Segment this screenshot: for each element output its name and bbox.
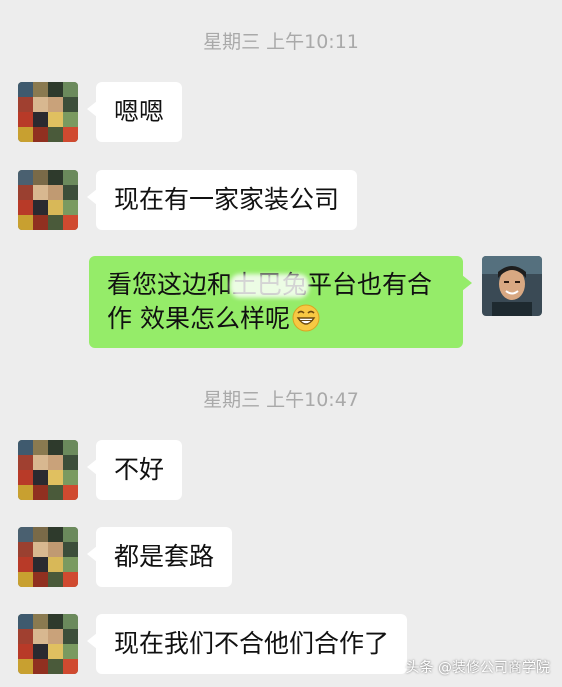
contact-avatar[interactable] bbox=[18, 440, 78, 500]
contact-avatar[interactable] bbox=[18, 614, 78, 674]
incoming-message[interactable]: 现在有一家家装公司 bbox=[86, 170, 358, 230]
grin-emoji-icon bbox=[292, 304, 320, 332]
blurred-text: 土巴兔 bbox=[232, 268, 307, 302]
watermark: 头条 @装修公司商学院 bbox=[405, 660, 550, 676]
message-text-part: 看您这边和 bbox=[107, 270, 233, 299]
contact-avatar[interactable] bbox=[18, 170, 78, 230]
incoming-message[interactable]: 嗯嗯 bbox=[86, 82, 183, 142]
outgoing-message[interactable]: 看您这边和土巴兔平台也有合作 效果怎么样呢 bbox=[89, 256, 472, 348]
incoming-message[interactable]: 不好 bbox=[86, 440, 183, 500]
contact-avatar[interactable] bbox=[18, 527, 78, 587]
timestamp: 星期三 上午10:11 bbox=[203, 31, 359, 53]
my-avatar[interactable] bbox=[482, 256, 542, 316]
incoming-message[interactable]: 现在我们不合他们合作了 bbox=[86, 614, 408, 674]
incoming-message[interactable]: 都是套路 bbox=[86, 527, 233, 587]
timestamp: 星期三 上午10:47 bbox=[203, 389, 359, 411]
contact-avatar[interactable] bbox=[18, 82, 78, 142]
